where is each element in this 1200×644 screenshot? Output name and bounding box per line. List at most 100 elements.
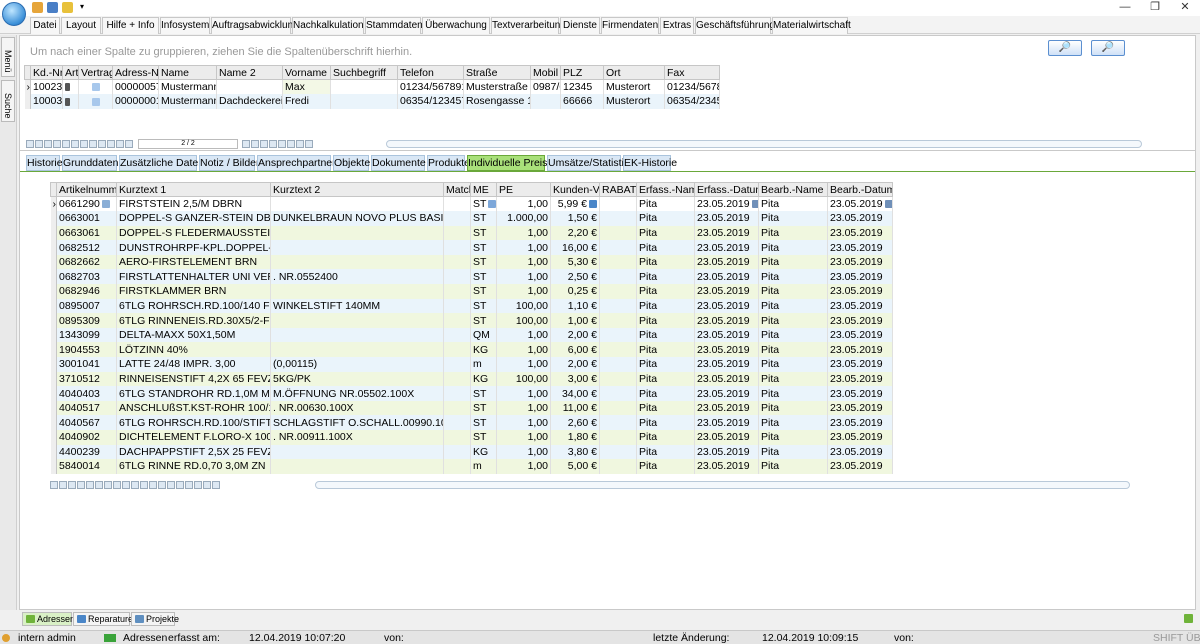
price-column-header[interactable]: Erfass.-Name: [636, 182, 695, 197]
price-column-header[interactable]: Artikelnummer: [56, 182, 117, 197]
nav-button[interactable]: [71, 140, 79, 148]
nav-button[interactable]: [59, 481, 67, 489]
nav-button[interactable]: [95, 481, 103, 489]
price-row[interactable]: 08950076TLG ROHRSCH.RD.100/140 FEVZWINKE…: [50, 298, 893, 314]
price-cell[interactable]: [599, 196, 637, 212]
tab-projekte[interactable]: Projekte: [131, 612, 179, 626]
price-cell[interactable]: ST: [470, 196, 497, 212]
nav-button[interactable]: [77, 481, 85, 489]
folder-icon[interactable]: [62, 2, 73, 13]
subtab-2[interactable]: Zusätzliche Daten: [119, 155, 204, 171]
address-column-header[interactable]: Adress-Nr.: [112, 65, 159, 80]
calendar-icon[interactable]: [884, 200, 892, 209]
subtab-9[interactable]: Umsätze/Statistik: [547, 155, 629, 171]
nav-button[interactable]: [185, 481, 193, 489]
menu-tab-2[interactable]: Hilfe + Info: [102, 17, 159, 34]
edit-icon[interactable]: [101, 200, 110, 209]
menu-tab-12[interactable]: Geschäftsführung: [695, 17, 775, 34]
dropdown-icon[interactable]: [488, 200, 496, 209]
price-column-header[interactable]: Match: [443, 182, 471, 197]
nav-button[interactable]: [305, 140, 313, 148]
price-row[interactable]: 40405676TLG ROHRSCH.RD.100/STIFT VERSCHL…: [50, 415, 893, 430]
menu-tab-10[interactable]: Firmendaten: [601, 17, 659, 34]
price-row[interactable]: 0663061DOPPEL-S FLEDERMAUSSTEIN DBR ST1,0…: [50, 225, 893, 241]
calendar-icon[interactable]: [751, 200, 758, 209]
address-hscrollbar[interactable]: [386, 140, 1142, 148]
nav-button[interactable]: [140, 481, 148, 489]
menu-tab-6[interactable]: Stammdaten: [365, 17, 423, 34]
price-grid[interactable]: ArtikelnummerKurztext 1Kurztext 2MatchME…: [50, 182, 893, 474]
subtab-1[interactable]: Grunddaten: [62, 155, 118, 171]
price-cell[interactable]: [270, 196, 444, 212]
address-column-header[interactable]: Name: [158, 65, 217, 80]
price-cell[interactable]: 23.05.2019: [827, 196, 893, 212]
nav-button[interactable]: [260, 140, 268, 148]
price-column-header[interactable]: PE: [496, 182, 551, 197]
tab-adressen[interactable]: Adressen: [22, 612, 75, 626]
calculator-icon[interactable]: [589, 200, 597, 209]
nav-button[interactable]: [80, 140, 88, 148]
address-column-header[interactable]: Telefon: [397, 65, 464, 80]
price-row[interactable]: 4400239 DACHPAPPSTIFT 2,5X 25 FEVZ KG 1,00 3…: [50, 444, 893, 460]
menu-tab-13[interactable]: Materialwirtschaft: [772, 17, 851, 34]
subtab-7[interactable]: Produkte: [427, 155, 470, 171]
nav-button[interactable]: [104, 481, 112, 489]
nav-button[interactable]: [149, 481, 157, 489]
price-row[interactable]: 1904553 LÖTZINN 40% KG 1,00 6,00 € Pita 23.05.…: [50, 342, 893, 358]
nav-button[interactable]: [296, 140, 304, 148]
address-column-header[interactable]: Vorname: [282, 65, 331, 80]
price-column-header[interactable]: ME: [470, 182, 497, 197]
menu-tab-1[interactable]: Layout: [61, 17, 101, 34]
address-row[interactable]: 10003 00000001 Mustermann Dachdeckerei Fredi…: [24, 94, 720, 109]
nav-button[interactable]: [176, 481, 184, 489]
subtab-8[interactable]: Individuelle Preise: [467, 155, 553, 171]
nav-button[interactable]: [89, 140, 97, 148]
menu-tab-3[interactable]: Infosystem: [160, 17, 210, 34]
menu-tab-8[interactable]: Textverarbeitung: [491, 17, 566, 34]
price-row[interactable]: 4040517ANSCHLUßST.KST-ROHR 100/100VE. NR…: [50, 400, 893, 416]
price-column-header[interactable]: Erfass.-Datum: [694, 182, 759, 197]
price-cell[interactable]: [443, 196, 471, 212]
subtab-0[interactable]: Historie: [26, 155, 63, 171]
price-cell[interactable]: 0661290: [56, 196, 117, 212]
menu-tab-0[interactable]: Datei: [30, 17, 60, 34]
expand-icon[interactable]: [1184, 614, 1193, 623]
price-row[interactable]: 0663001 DOPPEL-S GANZER-STEIN DBRN DUNKELB…: [50, 211, 893, 226]
price-row[interactable]: 0682512DUNSTROHRPF-KPL.DOPPEL-S BRN ST1,0…: [50, 240, 893, 255]
nav-button[interactable]: [242, 140, 250, 148]
price-column-header[interactable]: Kurztext 1: [116, 182, 271, 197]
price-cell[interactable]: 23.05.2019: [694, 196, 759, 212]
nav-button[interactable]: [125, 140, 133, 148]
menu-tab-11[interactable]: Extras: [660, 17, 694, 34]
nav-button[interactable]: [251, 140, 259, 148]
subtab-4[interactable]: Ansprechpartner: [257, 155, 336, 171]
price-column-header[interactable]: Kurztext 2: [270, 182, 444, 197]
price-row[interactable]: 0682946 FIRSTKLAMMER BRN ST 1,00 0,25 € Pita 2…: [50, 284, 893, 299]
subtab-6[interactable]: Dokumente: [371, 155, 426, 171]
quick-access-icon[interactable]: [32, 2, 43, 13]
price-row[interactable]: 0682662 AERO-FIRSTELEMENT BRN ST 1,00 5,30 €…: [50, 254, 893, 270]
address-column-header[interactable]: Suchbegriff: [330, 65, 398, 80]
price-column-header[interactable]: Bearb.-Name: [758, 182, 828, 197]
nav-button[interactable]: [194, 481, 202, 489]
price-row[interactable]: › 0661290 FIRSTSTEIN 2,5/M DBRN ST 1,00 5,99 …: [50, 196, 893, 212]
price-column-header[interactable]: Bearb.-Datum: [827, 182, 893, 197]
nav-button[interactable]: [122, 481, 130, 489]
price-cell[interactable]: 5,99 €: [550, 196, 600, 212]
menu-tab-5[interactable]: Nachkalkulation: [292, 17, 364, 34]
nav-button[interactable]: [203, 481, 211, 489]
subtab-5[interactable]: Objekte: [333, 155, 370, 171]
app-menu-button[interactable]: [2, 2, 26, 26]
subtab-3[interactable]: Notiz / Bilder: [199, 155, 260, 171]
menu-tab-9[interactable]: Dienste: [560, 17, 600, 34]
price-row[interactable]: 3001041 LATTE 24/48 IMPR. 3,00 (0,00115) m 1…: [50, 357, 893, 372]
address-column-header[interactable]: Ort: [603, 65, 665, 80]
menu-tab-7[interactable]: Überwachung: [422, 17, 490, 34]
price-cell[interactable]: Pita: [636, 196, 695, 212]
address-column-header[interactable]: Mobil: [530, 65, 561, 80]
search-button[interactable]: 🔎: [1048, 40, 1082, 56]
price-row[interactable]: 40404036TLG STANDROHR RD.1,0M M.Ö.FEM.ÖF…: [50, 386, 893, 401]
nav-button[interactable]: [212, 481, 220, 489]
nav-button[interactable]: [131, 481, 139, 489]
extended-search-button[interactable]: 🔎: [1091, 40, 1125, 56]
